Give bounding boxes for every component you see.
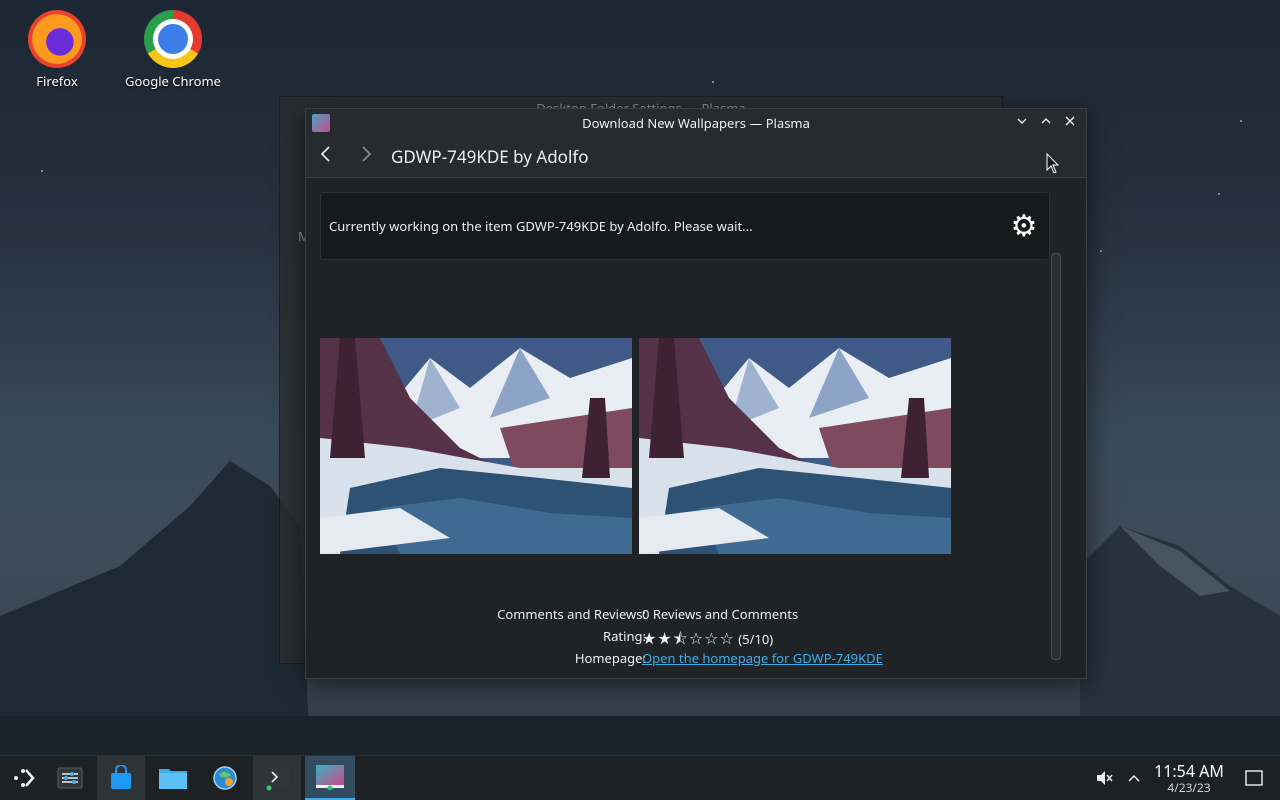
application-launcher-button[interactable] — [0, 756, 48, 800]
speaker-muted-icon — [1097, 771, 1113, 785]
rating-score: (5/10) — [738, 630, 774, 648]
back-button[interactable] — [314, 145, 338, 169]
close-icon — [1065, 116, 1075, 126]
comments-value: 0 Reviews and Comments — [642, 605, 799, 623]
chevron-right-icon — [362, 146, 372, 162]
comments-label: Comments and Reviews: — [497, 605, 646, 623]
taskbar-discover[interactable] — [97, 756, 145, 800]
wallpaper-preview — [639, 338, 951, 554]
gear-icon: ⚙ — [1010, 204, 1038, 245]
close-button[interactable] — [1060, 113, 1080, 133]
folder-icon — [159, 769, 187, 789]
chrome-icon — [144, 10, 202, 68]
chevron-up-icon — [1041, 118, 1051, 124]
taskbar: 11:54 AM 4/23/23 — [0, 755, 1280, 800]
desktop-icon-google-chrome[interactable]: Google Chrome — [118, 0, 228, 90]
shopping-bag-icon — [111, 765, 131, 789]
taskbar-system-settings[interactable] — [46, 756, 94, 800]
mouse-cursor-icon — [1046, 153, 1060, 174]
busy-message-box: Currently working on the item GDWP-749KD… — [320, 192, 1050, 260]
maximize-button[interactable] — [1036, 113, 1056, 133]
taskbar-download-wallpapers[interactable] — [305, 756, 355, 800]
minimize-button[interactable] — [1012, 113, 1032, 133]
content-area: Currently working on the item GDWP-749KD… — [306, 178, 1066, 678]
chevron-left-icon — [320, 146, 330, 162]
wallpaper-app-icon — [316, 765, 344, 790]
desktop-icon-label: Google Chrome — [125, 72, 221, 90]
preview-image[interactable] — [320, 338, 632, 554]
forward-button[interactable] — [354, 145, 378, 169]
taskbar-konsole[interactable] — [253, 756, 301, 800]
volume-muted-icon[interactable] — [1092, 756, 1116, 800]
show-desktop-button[interactable] — [1240, 756, 1268, 800]
launcher-icon — [14, 769, 35, 787]
rating-label: Rating: — [603, 627, 646, 645]
window-title: Download New Wallpapers — Plasma — [582, 114, 810, 132]
tray-expand-button[interactable] — [1122, 756, 1146, 800]
globe-gear-icon — [213, 766, 237, 790]
show-desktop-icon — [1245, 770, 1263, 786]
vertical-scrollbar[interactable] — [1051, 253, 1061, 660]
digital-clock[interactable]: 11:54 AM 4/23/23 — [1146, 762, 1232, 796]
clock-date: 4/23/23 — [1167, 779, 1211, 796]
desktop-icon-firefox[interactable]: Firefox — [2, 2, 112, 90]
firefox-icon — [28, 10, 86, 68]
window-titlebar[interactable]: Download New Wallpapers — Plasma — [306, 109, 1086, 137]
desktop-icon-label: Firefox — [36, 72, 78, 90]
page-navbar: GDWP-749KDE by Adolfo — [306, 137, 1086, 178]
preview-image[interactable] — [639, 338, 951, 554]
clock-time: 11:54 AM — [1154, 760, 1224, 782]
rating-stars: ★★⯪☆☆☆ — [642, 627, 735, 649]
page-title: GDWP-749KDE by Adolfo — [391, 145, 589, 168]
terminal-icon — [265, 767, 289, 791]
taskbar-dolphin[interactable] — [149, 756, 197, 800]
download-wallpapers-window: Download New Wallpapers — Plasma GDWP-74… — [305, 108, 1087, 679]
status-message: Currently working on the item GDWP-749KD… — [329, 217, 753, 235]
wallpaper-preview — [320, 338, 632, 554]
homepage-label: Homepage: — [574, 649, 646, 667]
taskbar-system-settings-globe[interactable] — [201, 756, 249, 800]
homepage-link[interactable]: Open the homepage for GDWP-749KDE — [642, 649, 883, 667]
chevron-up-icon — [1128, 774, 1140, 782]
chevron-down-icon — [1017, 118, 1027, 124]
settings-sliders-icon — [57, 767, 83, 789]
